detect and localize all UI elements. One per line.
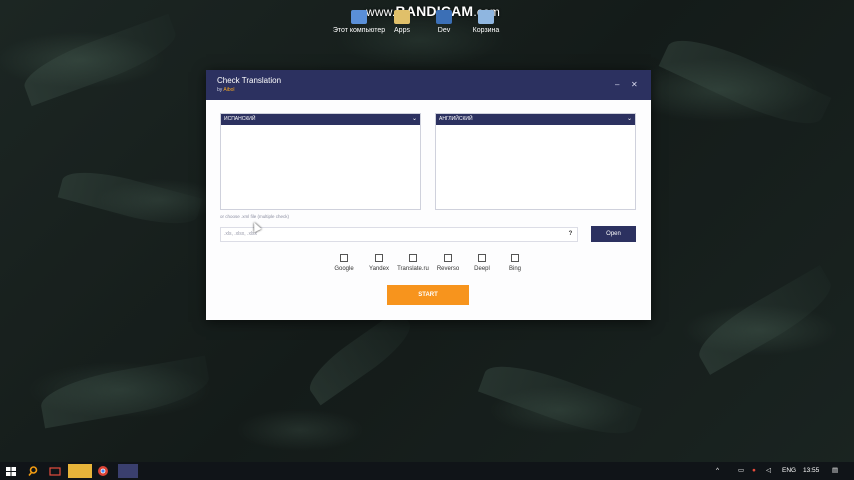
source-language-select[interactable]: ИСПАНСКИЙ ⌄	[221, 114, 420, 125]
checkbox[interactable]	[409, 254, 417, 262]
window-subtitle: by Aibol	[217, 87, 235, 93]
target-language-select[interactable]: АНГЛИЙСКИЙ ⌄	[436, 114, 635, 125]
network-icon[interactable]: ▭	[738, 462, 744, 480]
taskbar: ^ ▭ ● ◁ ENG 13:55 ▤	[0, 462, 854, 480]
background-leaf	[37, 355, 213, 429]
file-hint: or choose .xml file (multiple check)	[220, 214, 290, 219]
provider-translate-ru[interactable]: Translate.ru	[395, 254, 431, 272]
recycle-bin-icon	[478, 10, 494, 24]
chrome-icon[interactable]	[96, 464, 110, 478]
provider-google[interactable]: Google	[331, 254, 357, 272]
open-button[interactable]: Open	[591, 226, 636, 242]
background-leaf	[301, 308, 419, 406]
checkbox[interactable]	[478, 254, 486, 262]
provider-yandex[interactable]: Yandex	[366, 254, 392, 272]
check-translation-window: Check Translation by Aibol – ✕ ИСПАНСКИЙ…	[206, 70, 651, 320]
background-leaf	[658, 26, 832, 138]
checkbox[interactable]	[444, 254, 452, 262]
provider-options: Google Yandex Translate.ru Reverso Deepl…	[206, 254, 651, 274]
checkbox[interactable]	[375, 254, 383, 262]
chevron-down-icon: ⌄	[411, 116, 417, 122]
close-button[interactable]: ✕	[631, 80, 638, 89]
dev-shortcut-icon	[436, 10, 452, 24]
checkbox[interactable]	[511, 254, 519, 262]
provider-deepl[interactable]: Deepl	[470, 254, 494, 272]
computer-icon	[351, 10, 367, 24]
title-bar[interactable]: Check Translation by Aibol – ✕	[206, 70, 651, 100]
file-path-input[interactable]: .xls, .xlsx, .xlsx	[220, 227, 578, 242]
background-leaf	[57, 162, 203, 234]
target-language-panel: АНГЛИЙСКИЙ ⌄	[435, 113, 636, 210]
windows-start-icon[interactable]	[4, 464, 18, 478]
chevron-down-icon: ⌄	[626, 116, 632, 122]
source-text-area[interactable]	[221, 125, 420, 209]
search-icon[interactable]	[26, 464, 40, 478]
folder-icon	[394, 10, 410, 24]
file-explorer-icon[interactable]	[68, 464, 92, 478]
background-leaf	[17, 13, 183, 107]
clock[interactable]: 13:55	[803, 462, 819, 480]
input-language[interactable]: ENG	[782, 462, 796, 480]
background-leaf	[477, 353, 643, 447]
notifications-icon[interactable]: ▤	[832, 462, 838, 480]
source-language-panel: ИСПАНСКИЙ ⌄	[220, 113, 421, 210]
window-title: Check Translation	[217, 76, 282, 85]
desktop-icon-recycle-bin[interactable]: Корзина	[458, 10, 514, 35]
target-text-area[interactable]	[436, 125, 635, 209]
tray-chevron-icon[interactable]: ^	[716, 462, 719, 480]
start-button[interactable]: START	[387, 285, 469, 305]
provider-bing[interactable]: Bing	[503, 254, 527, 272]
task-view-icon[interactable]	[48, 464, 62, 478]
minimize-button[interactable]: –	[615, 80, 619, 89]
help-button[interactable]: ?	[564, 228, 577, 241]
volume-icon[interactable]: ◁	[766, 462, 771, 480]
checkbox[interactable]	[340, 254, 348, 262]
check-translation-taskbar-icon[interactable]	[118, 464, 138, 478]
background-leaf	[690, 265, 840, 375]
provider-reverso[interactable]: Reverso	[433, 254, 463, 272]
bandicam-tray-icon[interactable]: ●	[752, 462, 756, 480]
